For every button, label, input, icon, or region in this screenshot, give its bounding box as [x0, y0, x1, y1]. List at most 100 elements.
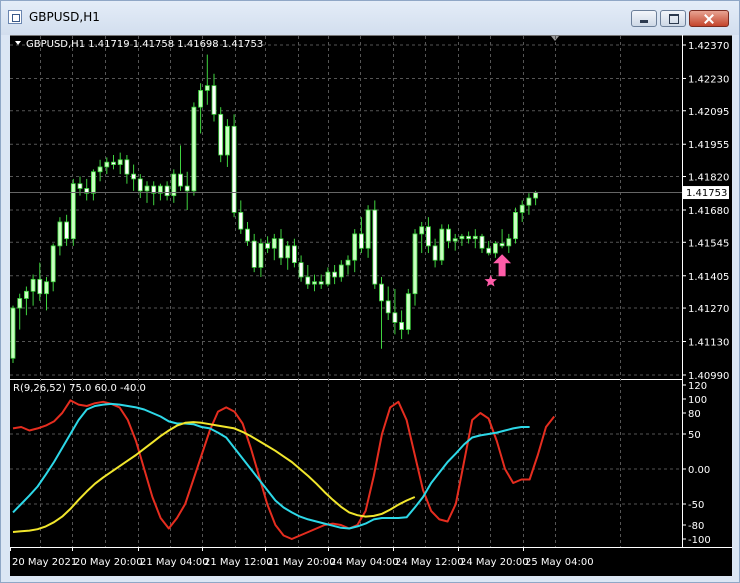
price-tick-label: 1.41545	[688, 238, 729, 249]
candle	[164, 181, 170, 201]
candle	[513, 207, 518, 244]
candle	[10, 305, 16, 364]
candle-body-bear	[245, 228, 250, 242]
indicator-header: R(9,26,52) 75.0 60.0 -40.0	[13, 383, 146, 394]
candle-body-bear	[137, 178, 143, 192]
candle-body-bear	[178, 173, 183, 187]
candle-body-bear	[358, 233, 364, 249]
candle-body-bull	[452, 238, 458, 242]
time-tick-label: 21 May 12:00	[204, 557, 273, 568]
price-tick-label: 1.41405	[688, 272, 729, 283]
candle	[91, 169, 96, 201]
candle	[184, 171, 190, 210]
indicator-tick-label: -50	[688, 500, 704, 511]
candle-body-bear	[265, 243, 271, 249]
candle	[312, 274, 317, 292]
candle-body-bear	[332, 271, 338, 278]
candle-body-bull	[104, 161, 110, 168]
title-bar[interactable]: GBPUSD,H1	[1, 1, 739, 35]
time-tick-label: 20 May 20:00	[74, 557, 143, 568]
indicator-line-3	[12, 421, 416, 533]
candle	[224, 119, 230, 167]
candle	[492, 241, 498, 258]
candle-body-bull	[258, 243, 264, 268]
maximize-button[interactable]	[660, 10, 686, 27]
indicator-tick-label: -100	[688, 535, 711, 546]
candle	[419, 221, 425, 254]
candle	[405, 288, 411, 335]
candle-body-bull	[419, 226, 425, 235]
candle-body-bull	[23, 290, 29, 299]
candle	[17, 293, 23, 330]
indicator-line-1	[12, 399, 555, 540]
time-tick-label: 20 May 2021	[12, 557, 77, 568]
candle-body-bull	[405, 293, 411, 330]
candle	[499, 229, 505, 249]
candle	[385, 286, 391, 320]
candle-body-bull	[191, 106, 197, 192]
time-tick-label: 21 May 04:00	[140, 557, 209, 568]
candle-body-bear	[372, 209, 378, 285]
candle	[238, 200, 244, 234]
candle	[472, 229, 478, 249]
close-button[interactable]	[689, 10, 729, 27]
chart-menu-triangle-icon[interactable]	[15, 41, 21, 45]
candle-body-bear	[37, 278, 43, 295]
candle-body-bull	[472, 235, 478, 240]
candle	[432, 238, 438, 268]
time-tick-label: 24 May 12:00	[395, 557, 464, 568]
candle	[265, 236, 271, 254]
candle-body-bull	[459, 235, 465, 240]
candle-body-bull	[439, 228, 445, 261]
candle	[379, 276, 384, 349]
candle-body-bear	[432, 245, 438, 261]
candle	[231, 114, 237, 218]
candle	[117, 152, 123, 175]
candle	[399, 310, 405, 340]
candle-body-bull	[312, 281, 317, 285]
candle	[332, 265, 338, 285]
symbol-header: GBPUSD,H1 1.41719 1.41758 1.41698 1.4175…	[26, 39, 263, 50]
candle-body-bull	[50, 245, 56, 283]
price-tick-label: 1.42370	[688, 41, 729, 52]
indicator-tick-label: 0.00	[688, 465, 710, 476]
candle	[352, 229, 358, 273]
candle	[50, 243, 56, 292]
candle	[218, 107, 224, 163]
candle	[64, 214, 69, 246]
candle	[271, 233, 277, 261]
candle-body-bear	[64, 221, 69, 240]
candle-body-bull	[30, 278, 36, 292]
indicator-tick-label: 80	[688, 409, 701, 420]
candle-body-bull	[365, 209, 371, 249]
candle-body-bull	[97, 166, 103, 173]
candle	[191, 102, 197, 196]
candle-body-bear	[318, 281, 324, 285]
candle	[412, 229, 418, 306]
indicator-lines	[12, 399, 555, 540]
candle-body-bull	[412, 233, 418, 295]
candle-body-bull	[492, 243, 498, 254]
candle-body-bear	[164, 185, 170, 197]
chart-window-icon	[8, 10, 22, 24]
time-tick-label: 25 May 04:00	[525, 557, 594, 568]
signal-markers	[484, 254, 512, 287]
candle	[104, 157, 110, 175]
candle-body-bear	[278, 238, 284, 259]
chart-area[interactable]: 1.41753 GBPUSD,H1 1.41719 1.41758 1.4169…	[10, 35, 732, 576]
candle-body-bear	[305, 276, 311, 285]
candle	[291, 238, 297, 268]
candle-body-bull	[44, 281, 49, 295]
minimize-button[interactable]	[631, 10, 657, 27]
indicator-tick-label: 50	[688, 430, 701, 441]
current-price-line: 1.41753	[10, 186, 729, 200]
candle-body-bear	[131, 173, 136, 180]
candle-body-bull	[533, 192, 538, 199]
candle-body-bull	[513, 211, 518, 240]
candle	[425, 217, 431, 254]
candle	[30, 274, 36, 306]
candle-body-bull	[526, 197, 532, 206]
candle-body-bear	[211, 85, 217, 115]
time-axis: 20 May 202120 May 20:0021 May 04:0021 Ma…	[10, 547, 594, 568]
candle-body-bear	[238, 211, 244, 230]
